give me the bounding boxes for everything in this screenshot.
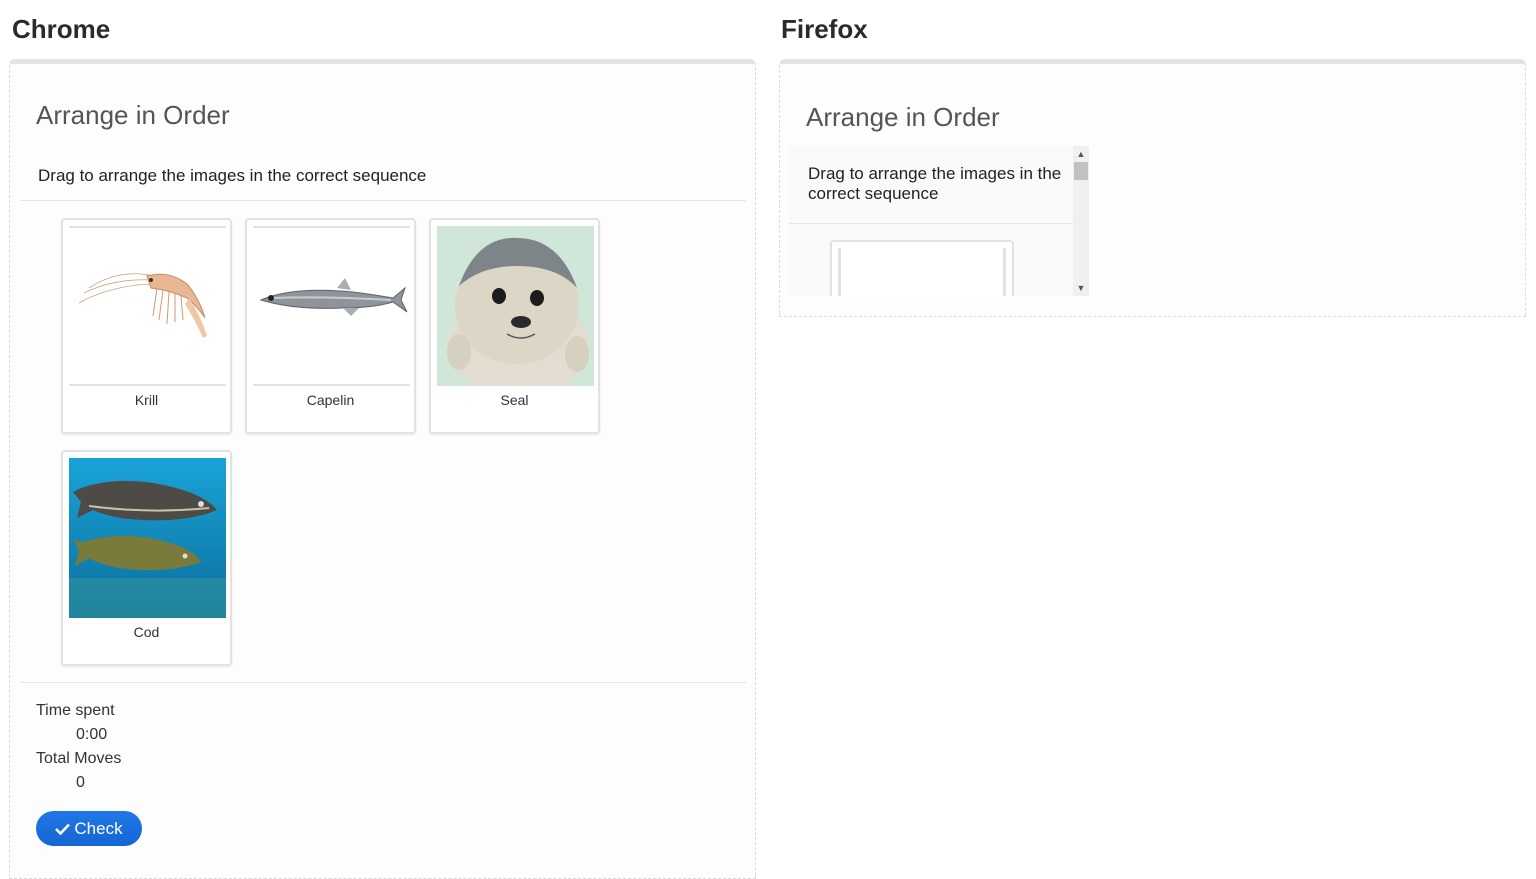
divider [20, 200, 746, 201]
seal-image [437, 226, 594, 386]
instructions: Drag to arrange the images in the correc… [38, 166, 427, 185]
chrome-heading: Chrome [12, 14, 111, 44]
card-partial[interactable] [830, 240, 1014, 296]
check-button[interactable]: Check [36, 811, 142, 846]
card-seal[interactable]: Seal [429, 218, 600, 434]
card-label: Seal [500, 392, 529, 408]
vertical-scrollbar[interactable]: ▲ ▼ [1073, 146, 1089, 296]
panel-title: Arrange in Order [36, 100, 230, 130]
instructions: Drag to arrange the images in the correc… [808, 164, 1062, 203]
card-capelin[interactable]: Capelin [245, 218, 416, 434]
card-frame-edge [1003, 248, 1006, 296]
divider [20, 682, 746, 683]
check-button-label: Check [74, 818, 123, 838]
card-label: Cod [133, 624, 160, 640]
divider [789, 223, 1073, 224]
krill-image [69, 226, 226, 386]
total-moves-label: Total Moves [36, 750, 122, 767]
card-label: Krill [134, 392, 159, 408]
total-moves-value: 0 [76, 774, 85, 791]
time-spent-label: Time spent [36, 702, 115, 719]
time-spent-value: 0:00 [76, 726, 108, 743]
firefox-heading: Firefox [781, 14, 868, 44]
panel-title: Arrange in Order [806, 102, 1000, 132]
scroll-down-icon[interactable]: ▼ [1073, 281, 1089, 295]
capelin-image [253, 226, 410, 386]
card-cod[interactable]: Cod [61, 450, 232, 666]
card-krill[interactable]: Krill [61, 218, 232, 434]
checkmark-icon [55, 823, 71, 835]
scrollbar-thumb[interactable] [1074, 162, 1088, 180]
firefox-scroll-frame[interactable]: Drag to arrange the images in the correc… [789, 146, 1089, 296]
card-label: Capelin [306, 392, 355, 408]
card-frame-edge [838, 248, 841, 296]
cod-image [69, 458, 226, 618]
scroll-up-icon[interactable]: ▲ [1073, 147, 1089, 161]
